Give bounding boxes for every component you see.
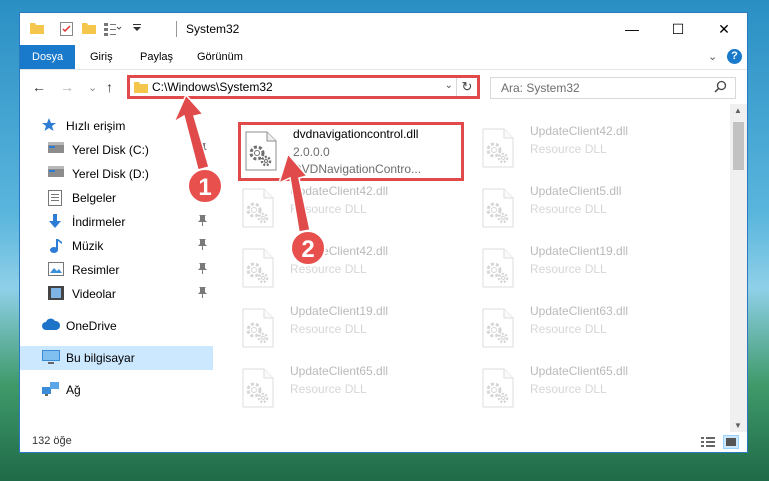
arrow-2 xyxy=(277,152,311,233)
arrow-1 xyxy=(172,93,210,171)
annotation-arrows xyxy=(172,93,311,233)
